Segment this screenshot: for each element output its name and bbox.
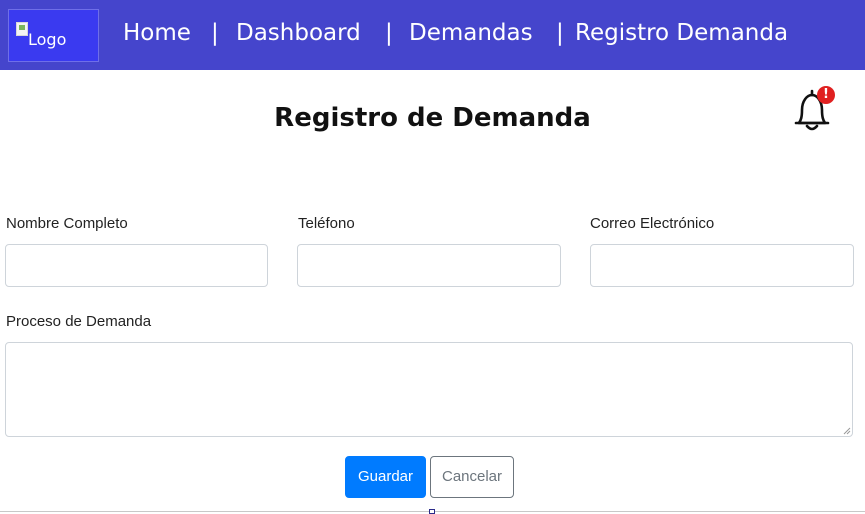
- page: Logo Home | Dashboard | Demandas | Regis…: [0, 0, 865, 514]
- notification-badge: !: [817, 86, 835, 104]
- cancel-button[interactable]: Cancelar: [430, 456, 514, 498]
- nav-link-demandas[interactable]: Demandas: [409, 18, 533, 48]
- page-title: Registro de Demanda: [274, 103, 591, 133]
- resize-handle: [429, 509, 435, 514]
- correo-input[interactable]: [590, 244, 854, 287]
- save-button[interactable]: Guardar: [345, 456, 426, 498]
- notifications-button[interactable]: !: [787, 86, 839, 134]
- navbar: Logo Home | Dashboard | Demandas | Regis…: [0, 0, 865, 70]
- correo-label: Correo Electrónico: [590, 215, 715, 232]
- broken-image-icon: [16, 22, 28, 36]
- nav-separator: |: [385, 20, 393, 46]
- telefono-label: Teléfono: [298, 215, 355, 232]
- proceso-textarea[interactable]: [5, 342, 853, 437]
- logo[interactable]: Logo: [8, 9, 99, 62]
- nombre-input[interactable]: [5, 244, 268, 287]
- resize-grip-icon[interactable]: [843, 427, 851, 435]
- proceso-label: Proceso de Demanda: [6, 313, 152, 330]
- nav-link-registro-demanda[interactable]: Registro Demanda: [575, 18, 788, 48]
- nav-separator: |: [211, 20, 219, 46]
- nombre-label: Nombre Completo: [6, 215, 128, 232]
- logo-alt-text: Logo: [28, 30, 67, 49]
- telefono-input[interactable]: [297, 244, 561, 287]
- nav-link-dashboard[interactable]: Dashboard: [236, 18, 361, 48]
- nav-separator: |: [556, 20, 564, 46]
- nav-link-home[interactable]: Home: [123, 18, 191, 48]
